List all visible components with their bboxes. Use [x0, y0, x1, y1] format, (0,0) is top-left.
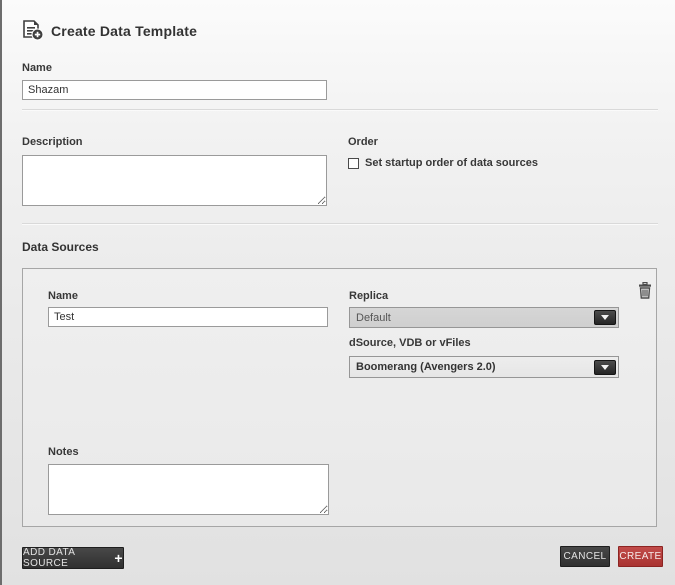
dsource-select[interactable]: Boomerang (Avengers 2.0) — [349, 356, 619, 378]
order-label: Order — [348, 136, 378, 148]
data-sources-heading: Data Sources — [22, 240, 99, 254]
description-textarea[interactable] — [22, 155, 327, 206]
replica-select[interactable]: Default — [349, 307, 619, 328]
add-data-source-label: ADD DATA SOURCE — [23, 547, 108, 569]
cancel-button[interactable]: CANCEL — [560, 546, 610, 567]
notes-label: Notes — [48, 446, 79, 458]
dialog-left-border — [0, 0, 2, 585]
delete-data-source-button[interactable] — [637, 282, 653, 299]
source-name-label: Name — [48, 290, 78, 302]
description-label: Description — [22, 136, 83, 148]
dsource-label: dSource, VDB or vFiles — [349, 337, 471, 349]
startup-order-checkbox-row: Set startup order of data sources — [348, 157, 538, 169]
notes-textarea[interactable] — [48, 464, 329, 515]
caret-down-icon[interactable] — [594, 360, 616, 375]
source-name-input[interactable] — [48, 307, 328, 327]
trash-icon — [637, 282, 653, 299]
startup-order-checkbox-label: Set startup order of data sources — [365, 157, 538, 169]
create-data-template-dialog: Create Data Template Name Description Or… — [0, 0, 675, 585]
section-divider — [22, 109, 658, 111]
replica-selected-value: Default — [356, 312, 391, 324]
plus-icon: + — [114, 553, 123, 563]
create-button[interactable]: CREATE — [618, 546, 663, 567]
startup-order-checkbox[interactable] — [348, 158, 359, 169]
section-divider — [22, 223, 658, 225]
page-title: Create Data Template — [51, 23, 197, 39]
template-name-label: Name — [22, 62, 52, 74]
document-add-icon — [21, 20, 44, 41]
template-name-input[interactable] — [22, 80, 327, 100]
dialog-header: Create Data Template — [21, 20, 197, 41]
caret-down-icon[interactable] — [594, 310, 616, 325]
add-data-source-button[interactable]: ADD DATA SOURCE + — [22, 547, 124, 569]
data-source-card: Name Replica Default dSource, VDB or vFi… — [22, 268, 657, 527]
replica-label: Replica — [349, 290, 388, 302]
dsource-selected-value: Boomerang (Avengers 2.0) — [356, 361, 496, 373]
